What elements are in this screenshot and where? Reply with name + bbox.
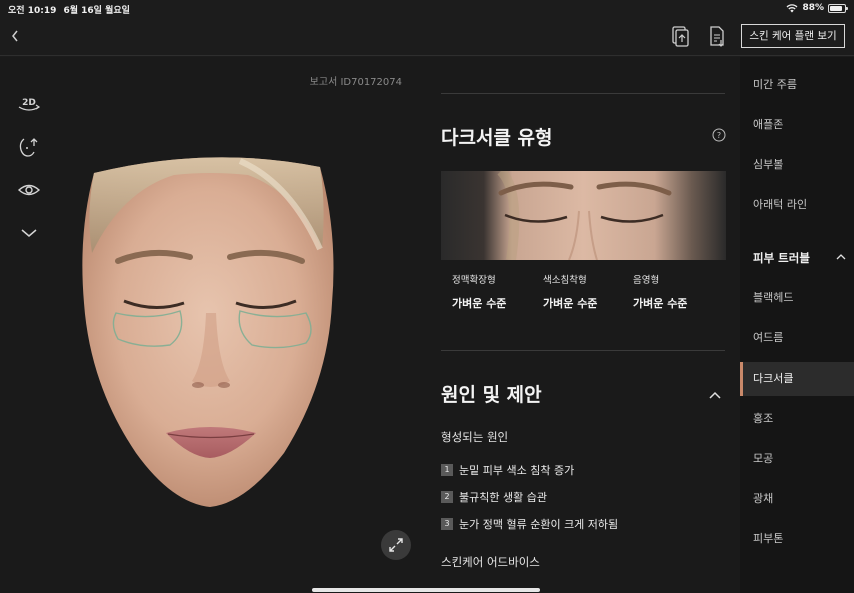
cause-item: 1 눈밑 피부 색소 침착 증가 <box>441 462 574 478</box>
cause-item: 2 불규칙한 생활 습관 <box>441 489 547 505</box>
share-report-button[interactable] <box>669 24 691 48</box>
eye-area-photo <box>441 171 726 260</box>
view-2d-label: 2D <box>22 98 36 108</box>
cause-text: 눈밑 피부 색소 침착 증가 <box>459 464 575 477</box>
visibility-button[interactable] <box>16 177 42 203</box>
type-level: 가벼운 수준 <box>452 297 507 310</box>
skin-care-plan-button[interactable]: 스킨 케어 플랜 보기 <box>741 24 845 48</box>
section-divider <box>441 93 725 94</box>
sidebar-item-deep-cheek[interactable]: 심부볼 <box>740 148 854 182</box>
sidebar-item-radiance[interactable]: 광채 <box>740 482 854 516</box>
section-divider <box>441 350 725 351</box>
cause-text: 불규칙한 생활 습관 <box>459 491 547 504</box>
status-indicators: 88% <box>786 3 848 13</box>
type-name: 정맥확장형 <box>452 275 496 286</box>
sidebar-item-redness[interactable]: 홍조 <box>740 402 854 436</box>
export-report-button[interactable] <box>706 24 728 48</box>
previous-section-text: - <box>652 57 656 62</box>
eye-area-image <box>441 171 726 260</box>
sidebar-group-skin-trouble[interactable]: 피부 트러블 <box>740 241 854 275</box>
wifi-icon <box>786 3 798 12</box>
type-level: 가벼운 수준 <box>543 297 598 310</box>
battery-icon <box>828 3 848 13</box>
report-id: 보고서 ID70172074 <box>309 77 402 88</box>
expand-icon <box>389 538 403 552</box>
document-share-icon <box>672 26 689 47</box>
cause-number: 1 <box>441 464 453 476</box>
more-tools-button[interactable] <box>16 220 42 246</box>
sidebar-item-skin-tone[interactable]: 피부톤 <box>740 522 854 556</box>
face-rotate-icon <box>19 138 38 157</box>
cause-text: 눈가 정맥 혈류 순환이 크게 저하됨 <box>459 518 619 531</box>
sidebar-item-glabella-wrinkle[interactable]: 미간 주름 <box>740 68 854 102</box>
type-pigmented: 색소침착형 가벼운 수준 <box>543 272 633 311</box>
sidebar-item-dark-circle[interactable]: 다크서클 <box>740 362 854 396</box>
sidebar-item-apple-zone[interactable]: 애플존 <box>740 108 854 142</box>
type-level: 가벼운 수준 <box>633 297 688 310</box>
back-button[interactable] <box>6 25 24 45</box>
face-3d-panel: 보고서 ID70172074 2D <box>0 57 428 593</box>
report-content: - 다크서클 유형 ? <box>428 57 740 593</box>
document-export-icon <box>710 26 724 47</box>
sidebar-item-pores[interactable]: 모공 <box>740 442 854 476</box>
collapse-section-button[interactable] <box>708 385 722 399</box>
dark-circle-type-title: 다크서클 유형 <box>441 127 553 149</box>
rotate-face-button[interactable] <box>16 134 42 160</box>
type-shadow: 음영형 가벼운 수준 <box>633 272 723 311</box>
cause-suggestion-title: 원인 및 제안 <box>441 384 542 406</box>
face-model[interactable] <box>70 153 350 513</box>
chevron-down-icon <box>21 229 37 237</box>
sidebar-item-acne[interactable]: 여드름 <box>740 321 854 355</box>
type-vascular: 정맥확장형 가벼운 수준 <box>452 272 542 311</box>
type-name: 음영형 <box>633 275 660 286</box>
cause-number: 3 <box>441 518 453 530</box>
2d-rotate-icon: 2D <box>18 98 41 111</box>
expand-view-button[interactable] <box>381 530 411 560</box>
sidebar-group-label: 피부 트러블 <box>753 251 810 265</box>
sidebar-item-jaw-line[interactable]: 아래턱 라인 <box>740 188 854 222</box>
status-date: 6월 16일 월요일 <box>63 6 130 16</box>
status-time: 오전 10:19 <box>8 6 57 16</box>
cause-item: 3 눈가 정맥 혈류 순환이 크게 저하됨 <box>441 516 618 532</box>
chevron-up-icon <box>836 254 846 260</box>
skincare-advice-title: 스킨케어 어드바이스 <box>441 555 540 569</box>
question-circle-icon: ? <box>712 128 726 142</box>
status-time-date: 오전 10:19 6월 16일 월요일 <box>8 3 130 16</box>
battery-percent: 88% <box>802 3 824 13</box>
top-navigation: 스킨 케어 플랜 보기 <box>0 16 854 56</box>
chevron-left-icon <box>12 30 18 42</box>
cause-number: 2 <box>441 491 453 503</box>
svg-text:?: ? <box>717 131 721 140</box>
eye-icon <box>17 184 41 196</box>
chevron-up-icon <box>709 391 721 399</box>
home-indicator[interactable] <box>312 588 540 592</box>
status-bar: 오전 10:19 6월 16일 월요일 88% <box>0 0 854 16</box>
forming-cause-title: 형성되는 원인 <box>441 430 509 444</box>
battery-fill <box>830 5 843 11</box>
help-button[interactable]: ? <box>712 127 726 142</box>
category-sidebar: 미간 주름 애플존 심부볼 아래턱 라인 피부 트러블 블랙헤드 여드름 다크서… <box>740 57 854 593</box>
type-name: 색소침착형 <box>543 275 587 286</box>
view-2d-button[interactable]: 2D <box>16 91 42 117</box>
sidebar-item-blackhead[interactable]: 블랙헤드 <box>740 281 854 315</box>
